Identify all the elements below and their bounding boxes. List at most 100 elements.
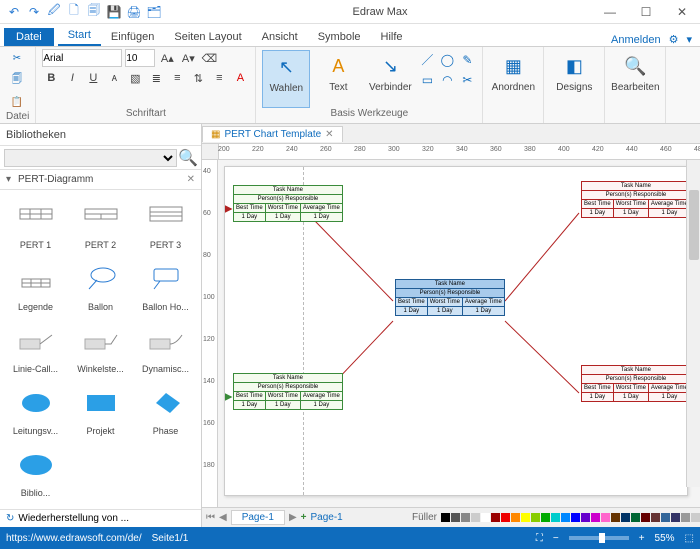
cut-button[interactable]: ✂ (6, 49, 28, 67)
select-tool[interactable]: ↖ Wahlen (262, 50, 310, 108)
shape-item[interactable]: Biblio... (4, 442, 67, 502)
color-swatch[interactable] (441, 513, 450, 522)
redo-icon[interactable]: ↷ (26, 4, 42, 20)
search-icon[interactable]: 🔍 (179, 149, 197, 167)
arrange-menu[interactable]: ▦ Anordnen (489, 50, 537, 108)
library-picker[interactable] (4, 149, 177, 167)
ellipse-tool-icon[interactable]: ◯ (438, 51, 456, 69)
tab-insert[interactable]: Einfügen (101, 28, 164, 46)
zoom-out-button[interactable]: − (553, 533, 559, 544)
page-tab-1[interactable]: Page-1 (231, 510, 285, 525)
color-swatch[interactable] (531, 513, 540, 522)
shape-item[interactable]: Phase (134, 380, 197, 440)
color-swatch[interactable] (691, 513, 700, 522)
ribbon-collapse-icon[interactable]: ▾ (686, 33, 692, 46)
pen-tool-icon[interactable]: ✎ (458, 51, 476, 69)
rect-tool-icon[interactable]: ▭ (418, 71, 436, 89)
font-grow-button[interactable]: A▴ (158, 49, 176, 67)
signin-link[interactable]: Anmelden (611, 34, 661, 46)
color-swatch[interactable] (671, 513, 680, 522)
options-icon[interactable]: 🗂 (146, 4, 162, 20)
drawing-canvas[interactable]: Task Name Person(s) Responsible Best Tim… (218, 160, 700, 507)
italic-button[interactable]: I (63, 69, 81, 87)
color-swatch[interactable] (641, 513, 650, 522)
connector-tool[interactable]: ↘ Verbinder (366, 50, 414, 108)
color-swatch[interactable] (591, 513, 600, 522)
save-icon[interactable]: 💾 (106, 4, 122, 20)
pert-node-top-left[interactable]: Task Name Person(s) Responsible Best Tim… (233, 185, 343, 222)
shape-item[interactable]: Winkelste... (69, 318, 132, 378)
color-swatch[interactable] (621, 513, 630, 522)
color-swatch[interactable] (651, 513, 660, 522)
font-family-select[interactable] (42, 49, 122, 67)
bold-button[interactable]: B (42, 69, 60, 87)
color-swatch[interactable] (601, 513, 610, 522)
color-swatch[interactable] (501, 513, 510, 522)
add-page-button[interactable]: + (301, 512, 307, 523)
shape-item[interactable]: Linie-Call... (4, 318, 67, 378)
color-swatch[interactable] (581, 513, 590, 522)
color-swatch[interactable] (491, 513, 500, 522)
minimize-button[interactable]: — (592, 1, 628, 23)
underline-button[interactable]: U (84, 69, 102, 87)
color-swatch[interactable] (511, 513, 520, 522)
shape-item[interactable]: Ballon (69, 256, 132, 316)
tab-page-layout[interactable]: Seiten Layout (164, 28, 251, 46)
clear-format-button[interactable]: ⌫ (200, 49, 218, 67)
align-button[interactable]: ≡ (210, 69, 228, 87)
color-swatch[interactable] (611, 513, 620, 522)
vertical-scrollbar[interactable] (686, 160, 700, 487)
bullets-button[interactable]: ≣ (147, 69, 165, 87)
pert-node-center[interactable]: Task Name Person(s) Responsible Best Tim… (395, 279, 505, 316)
sidebar-section-pert[interactable]: ▾ PERT-Diagramm ✕ (0, 170, 201, 190)
highlight-button[interactable]: ▧ (126, 69, 144, 87)
nav-next-icon[interactable]: ▶ (289, 512, 297, 523)
close-button[interactable]: ✕ (664, 1, 700, 23)
color-swatch[interactable] (521, 513, 530, 522)
doc-tab-close-icon[interactable]: ✕ (325, 129, 333, 140)
zoom-in-button[interactable]: + (639, 533, 645, 544)
copy-button[interactable]: 🗐 (6, 71, 28, 89)
color-swatch[interactable] (571, 513, 580, 522)
color-swatch[interactable] (681, 513, 690, 522)
designs-menu[interactable]: ◧ Designs (550, 50, 598, 108)
shape-item[interactable]: Ballon Ho... (134, 256, 197, 316)
color-swatch[interactable] (481, 513, 490, 522)
new-icon[interactable]: 🗋 (66, 4, 82, 20)
tab-help[interactable]: Hilfe (371, 28, 413, 46)
settings-icon[interactable]: ⚙ (669, 33, 679, 46)
line-spacing-button[interactable]: ⇅ (189, 69, 207, 87)
fit-page-icon[interactable]: ⬚ (685, 533, 694, 544)
tab-start[interactable]: Start (58, 26, 101, 46)
color-swatch[interactable] (631, 513, 640, 522)
undo-icon[interactable]: ↶ (6, 4, 22, 20)
document-tab[interactable]: ▦ PERT Chart Template ✕ (202, 126, 343, 142)
shape-item[interactable]: Leitungsv... (4, 380, 67, 440)
color-swatch[interactable] (471, 513, 480, 522)
color-swatch[interactable] (461, 513, 470, 522)
file-tab[interactable]: Datei (4, 28, 54, 46)
color-swatch[interactable] (551, 513, 560, 522)
sidebar-resume-row[interactable]: ↻ Wiederherstellung von ... (0, 509, 201, 527)
color-swatch[interactable] (661, 513, 670, 522)
edit-menu[interactable]: 🔍 Bearbeiten (611, 50, 659, 108)
font-color-button[interactable]: A (231, 69, 249, 87)
arc-tool-icon[interactable]: ◠ (438, 71, 456, 89)
color-swatch[interactable] (541, 513, 550, 522)
view-full-icon[interactable]: ⛶ (536, 533, 543, 544)
shape-item[interactable]: Dynamisc... (134, 318, 197, 378)
zoom-slider[interactable] (569, 536, 629, 540)
shape-item[interactable]: PERT 3 (134, 194, 197, 254)
print-icon[interactable]: 🖨 (126, 4, 142, 20)
shape-item[interactable]: PERT 2 (69, 194, 132, 254)
text-tool[interactable]: A Text (314, 50, 362, 108)
open-icon[interactable]: 🗐 (86, 4, 102, 20)
font-size-select[interactable] (125, 49, 155, 67)
maximize-button[interactable]: ☐ (628, 1, 664, 23)
numbering-button[interactable]: ≡ (168, 69, 186, 87)
paste-button[interactable]: 📋 (6, 93, 28, 111)
shape-item[interactable]: PERT 1 (4, 194, 67, 254)
tab-symbols[interactable]: Symbole (308, 28, 371, 46)
color-swatch[interactable] (561, 513, 570, 522)
shape-item[interactable]: Projekt (69, 380, 132, 440)
